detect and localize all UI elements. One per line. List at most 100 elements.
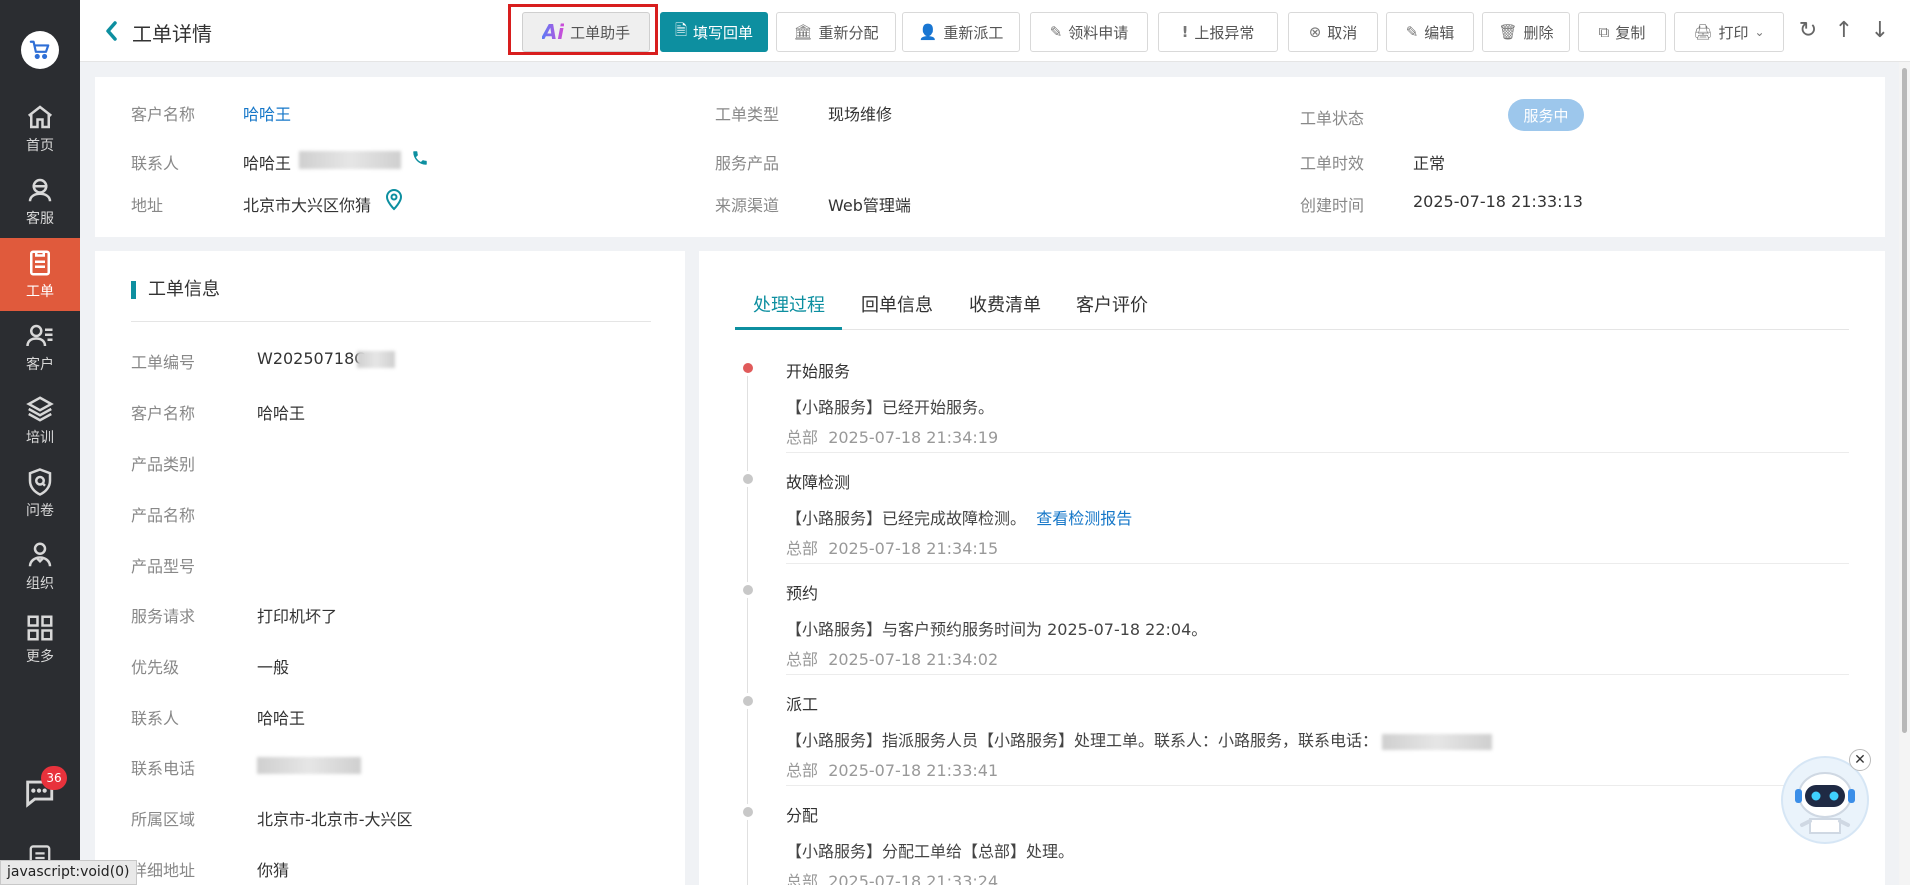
- layers-icon: [26, 396, 54, 422]
- event-desc: 【小路服务】分配工单给【总部】处理。: [786, 842, 1075, 861]
- sidebar-item-label: 组织: [26, 576, 54, 592]
- reassign-button[interactable]: 🏛 重新分配: [776, 12, 896, 52]
- sidebar-item-home[interactable]: 首页: [0, 92, 80, 165]
- shopping-cart-icon: [29, 40, 50, 59]
- exclamation-icon: !: [1181, 23, 1189, 41]
- info-label: 所属区域: [131, 810, 196, 829]
- arrow-down-icon[interactable]: ↓: [1868, 18, 1892, 43]
- button-label: 删除: [1523, 23, 1554, 42]
- home-icon: [27, 105, 53, 129]
- survey-icon: [28, 468, 52, 496]
- event-meta: 总部 2025-07-18 21:34:19: [786, 424, 998, 448]
- page-title: 工单详情: [132, 22, 212, 46]
- button-label: 领料申请: [1068, 23, 1129, 42]
- section-title: 工单信息: [131, 281, 220, 299]
- address-value: 北京市大兴区你猜: [243, 196, 372, 215]
- workorder-info-card: 工单信息 工单编号 W20250718C 客户名称 哈哈王 产品类别 产品名称 …: [95, 251, 685, 885]
- divider: [786, 674, 1849, 675]
- sidebar-item-organization[interactable]: 组织: [0, 530, 80, 603]
- info-label: 联系电话: [131, 759, 196, 778]
- chevron-down-icon: ⌄: [1754, 25, 1765, 39]
- print-button[interactable]: 🖨 打印 ⌄: [1674, 12, 1784, 52]
- event-time: 2025-07-18 21:33:24: [828, 872, 999, 885]
- report-exception-button[interactable]: ! 上报异常: [1158, 12, 1278, 52]
- event-title: 故障检测: [786, 473, 851, 492]
- sidebar-item-workorder[interactable]: 工单: [0, 238, 80, 311]
- fill-reply-button[interactable]: 🗎 填写回单: [660, 12, 768, 52]
- sidebar-item-survey[interactable]: 问卷: [0, 457, 80, 530]
- event-meta: 总部 2025-07-18 21:33:24: [786, 868, 998, 885]
- created-label: 创建时间: [1300, 196, 1365, 215]
- timeliness-label: 工单时效: [1300, 154, 1365, 173]
- event-desc: 【小路服务】与客户预约服务时间为 2025-07-18 22:04。: [786, 620, 1208, 639]
- event-title: 预约: [786, 584, 819, 603]
- tab-reply-info[interactable]: 回单信息: [861, 291, 933, 317]
- printer-icon: 🖨: [1693, 23, 1713, 41]
- info-label: 产品类别: [131, 455, 196, 474]
- location-pin-icon[interactable]: [385, 189, 403, 211]
- button-label: 打印: [1718, 23, 1749, 42]
- info-label: 客户名称: [131, 404, 196, 423]
- masked-order-number: [357, 351, 395, 368]
- event-title: 开始服务: [786, 362, 851, 381]
- scrollbar-thumb[interactable]: [1902, 68, 1907, 733]
- tab-evaluation[interactable]: 客户评价: [1076, 291, 1148, 317]
- info-value: 北京市-北京市-大兴区: [257, 810, 413, 829]
- info-label: 联系人: [131, 709, 180, 728]
- sidebar-item-customer[interactable]: 客户: [0, 311, 80, 384]
- ai-assistant-button[interactable]: Ai 工单助手: [522, 12, 650, 52]
- redispatch-button[interactable]: 👤 重新派工: [902, 12, 1020, 52]
- copy-button[interactable]: ⧉ 复制: [1578, 12, 1666, 52]
- button-label: 填写回单: [693, 23, 754, 42]
- timeline-dot: [740, 471, 756, 487]
- button-label: 复制: [1615, 23, 1646, 42]
- refresh-icon[interactable]: ↻: [1796, 18, 1820, 43]
- close-icon[interactable]: ✕: [1849, 749, 1871, 771]
- event-dept: 总部: [786, 761, 819, 780]
- copy-icon: ⧉: [1598, 23, 1610, 41]
- page-scrollbar[interactable]: [1899, 62, 1910, 885]
- sidebar-item-label: 问卷: [26, 503, 54, 519]
- button-label: 工单助手: [570, 23, 631, 42]
- edit-icon: ✎: [1049, 23, 1063, 41]
- order-number: W20250718C: [257, 349, 366, 368]
- customer-name-link[interactable]: 哈哈王: [257, 400, 305, 424]
- active-tab-indicator: [735, 327, 842, 330]
- event-time: 2025-07-18 21:34:15: [828, 539, 999, 558]
- sidebar-item-label: 首页: [26, 138, 54, 154]
- event-desc: 【小路服务】已经开始服务。: [786, 398, 995, 417]
- cancel-button[interactable]: ⊗ 取消: [1288, 12, 1378, 52]
- tab-process[interactable]: 处理过程: [753, 291, 825, 317]
- status-bar-url: javascript:void(0): [0, 860, 137, 885]
- delete-button[interactable]: 🗑 删除: [1482, 12, 1570, 52]
- contact-value: 哈哈王: [243, 154, 292, 173]
- sidebar: 首页 客服 工单 客户 培训 问卷 组织 更多 36: [0, 0, 80, 885]
- info-value: 哈哈王: [257, 709, 306, 728]
- event-dept: 总部: [786, 428, 819, 447]
- sidebar-item-more[interactable]: 更多: [0, 603, 80, 676]
- edit-button[interactable]: ✎ 编辑: [1386, 12, 1474, 52]
- divider: [786, 563, 1849, 564]
- customer-name-link[interactable]: 哈哈王: [243, 101, 291, 125]
- event-title: 分配: [786, 806, 819, 825]
- user-icon: 👤: [918, 23, 938, 41]
- timeline-dot: [740, 360, 756, 376]
- view-report-link[interactable]: 查看检测报告: [1036, 509, 1132, 528]
- customer-summary: 客户名称 哈哈王 联系人 哈哈王 地址 北京市大兴区你猜 工单类型 现场维修 服…: [95, 77, 1885, 237]
- phone-icon[interactable]: [411, 149, 429, 167]
- material-request-button[interactable]: ✎ 领料申请: [1030, 12, 1148, 52]
- event-meta: 总部 2025-07-18 21:34:15: [786, 535, 998, 559]
- event-time: 2025-07-18 21:34:19: [828, 428, 999, 447]
- arrow-up-icon[interactable]: ↑: [1832, 18, 1856, 43]
- info-label: 详细地址: [131, 861, 196, 880]
- tab-charges[interactable]: 收费清单: [969, 291, 1041, 317]
- event-desc: 【小路服务】指派服务人员【小路服务】处理工单。联系人：小路服务，联系电话：: [786, 727, 1493, 751]
- sidebar-item-training[interactable]: 培训: [0, 384, 80, 457]
- back-arrow-icon[interactable]: [104, 20, 118, 42]
- document-icon: 🗎: [674, 20, 688, 39]
- created-value: 2025-07-18 21:33:13: [1413, 192, 1583, 211]
- logo[interactable]: [21, 31, 59, 69]
- sidebar-item-service[interactable]: 客服: [0, 165, 80, 238]
- button-label: 重新分配: [818, 23, 879, 42]
- info-label: 优先级: [131, 658, 180, 677]
